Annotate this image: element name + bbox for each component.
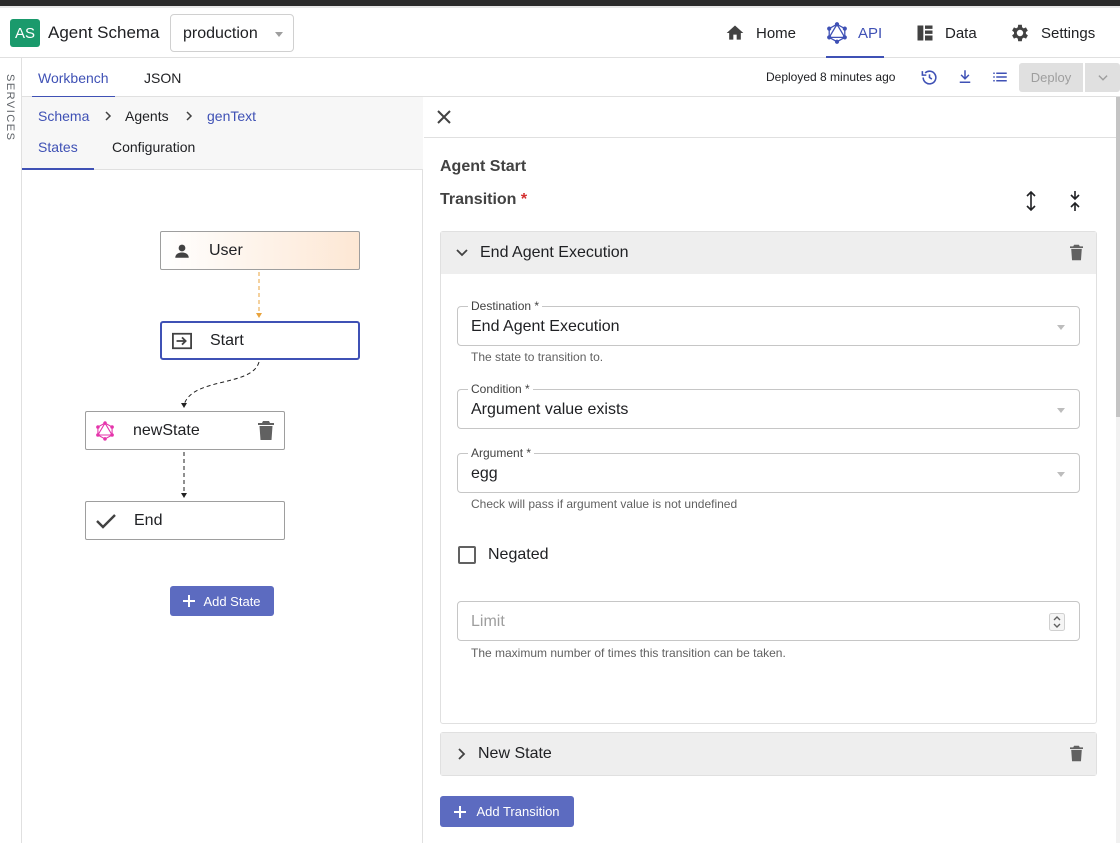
graphql-icon (827, 22, 847, 44)
nav-settings-label: Settings (1041, 24, 1096, 42)
collapse-all-icon[interactable] (1066, 190, 1084, 212)
transition-accordion: End Agent Execution Destination * End Ag… (440, 231, 1097, 724)
environment-select[interactable]: production (170, 14, 294, 52)
add-transition-button[interactable]: Add Transition (440, 796, 574, 827)
destination-help: The state to transition to. (471, 350, 604, 364)
trash-icon[interactable] (258, 421, 274, 440)
app-logo: AS (10, 19, 40, 47)
login-icon (172, 332, 192, 350)
nav-settings[interactable]: Settings (1009, 8, 1095, 58)
node-user[interactable]: User (160, 231, 360, 270)
download-icon (959, 70, 971, 83)
transition-accordion-header[interactable]: New State (441, 733, 1096, 775)
add-transition-label: Add Transition (476, 804, 560, 819)
node-start[interactable]: Start (160, 321, 360, 360)
destination-select[interactable]: Destination * End Agent Execution (457, 299, 1080, 346)
edge-start-newstate (183, 361, 260, 406)
limit-placeholder: Limit (471, 613, 505, 630)
limit-help: The maximum number of times this transit… (471, 646, 786, 660)
add-state-button[interactable]: Add State (170, 586, 274, 616)
arrow-head (181, 493, 187, 498)
argument-select[interactable]: Argument * egg (457, 446, 1080, 493)
condition-label: Condition * (468, 382, 533, 396)
transition-accordion-header[interactable]: End Agent Execution (441, 232, 1096, 274)
chevron-down-icon (1057, 472, 1065, 477)
arrow-head (181, 403, 187, 408)
gear-icon (1012, 24, 1028, 42)
person-icon (175, 244, 189, 258)
nav-data[interactable]: Data (915, 8, 977, 58)
required-mark: * (520, 191, 528, 208)
app-header: AS Agent Schema production Home API Data… (0, 8, 1120, 58)
destination-value: End Agent Execution (471, 318, 620, 335)
home-icon (726, 25, 744, 40)
chevron-down-icon (1097, 74, 1108, 81)
data-table-icon (917, 25, 933, 41)
transition-heading: Transition * (440, 191, 527, 209)
check-icon (96, 514, 116, 529)
environment-value: production (183, 25, 258, 42)
plus-icon (454, 805, 467, 818)
nav-home-label: Home (756, 24, 797, 42)
node-user-label: User (209, 241, 243, 259)
graphql-icon (96, 421, 114, 441)
destination-label: Destination * (468, 299, 543, 313)
tab-workbench[interactable]: Workbench (32, 58, 115, 98)
argument-help: Check will pass if argument value is not… (471, 497, 738, 511)
detail-panel-header (424, 97, 1116, 138)
download-button[interactable] (955, 67, 975, 87)
node-end[interactable]: End (85, 501, 285, 540)
add-state-label: Add State (203, 593, 261, 609)
scrollbar[interactable] (1116, 97, 1120, 843)
chevron-down-icon (1057, 408, 1065, 413)
chevron-down-icon (275, 32, 283, 37)
chevron-down-icon (1057, 325, 1065, 330)
deploy-button[interactable]: Deploy (1019, 63, 1083, 92)
chevron-right-icon (458, 748, 466, 760)
states-panel: Schema Agents genText States Configurati… (22, 97, 423, 843)
node-start-label: Start (210, 331, 244, 349)
deploy-options-button[interactable] (1085, 63, 1120, 92)
window-top-strip (0, 0, 1120, 8)
stepper-icon[interactable] (1049, 613, 1065, 631)
transition-accordion: New State (440, 732, 1097, 776)
expand-all-icon[interactable] (1022, 190, 1040, 212)
nav-home[interactable]: Home (724, 8, 796, 58)
list-icon (993, 72, 1007, 82)
transition-title: End Agent Execution (480, 244, 629, 261)
argument-label: Argument * (468, 446, 535, 460)
condition-select[interactable]: Condition * Argument value exists (457, 382, 1080, 429)
tab-json[interactable]: JSON (144, 58, 181, 97)
node-newstate-label: newState (133, 421, 200, 439)
nav-api[interactable]: API (826, 8, 885, 58)
negated-checkbox[interactable] (458, 546, 476, 564)
argument-value: egg (471, 465, 498, 482)
deploy-status: Deployed 8 minutes ago (766, 70, 896, 84)
history-button[interactable] (919, 67, 939, 87)
services-label: SERVICES (4, 74, 16, 142)
node-end-label: End (134, 511, 163, 529)
plus-icon (183, 595, 196, 607)
condition-value: Argument value exists (471, 401, 629, 418)
node-newstate[interactable]: newState (85, 411, 285, 450)
trash-icon[interactable] (1070, 244, 1083, 261)
state-title: Agent Start (440, 158, 527, 175)
state-detail-panel: Agent Start Transition * End Agent Execu… (424, 97, 1120, 843)
transition-title: New State (478, 745, 552, 762)
list-button[interactable] (990, 67, 1010, 87)
trash-icon[interactable] (1070, 745, 1083, 762)
nav-data-label: Data (945, 24, 977, 42)
history-icon (921, 69, 937, 85)
services-rail[interactable]: SERVICES (0, 58, 22, 843)
arrow-head (256, 313, 262, 318)
workbench-toolbar: Workbench JSON Deployed 8 minutes ago De… (22, 58, 1120, 98)
limit-input[interactable]: Limit (457, 601, 1080, 641)
transition-label: Transition (440, 191, 517, 208)
graph-edges (181, 272, 262, 498)
chevron-down-icon (456, 249, 468, 257)
nav-api-label: API (858, 24, 883, 42)
close-icon[interactable] (437, 110, 451, 124)
negated-label[interactable]: Negated (488, 546, 549, 564)
app-title: Agent Schema (48, 23, 160, 42)
